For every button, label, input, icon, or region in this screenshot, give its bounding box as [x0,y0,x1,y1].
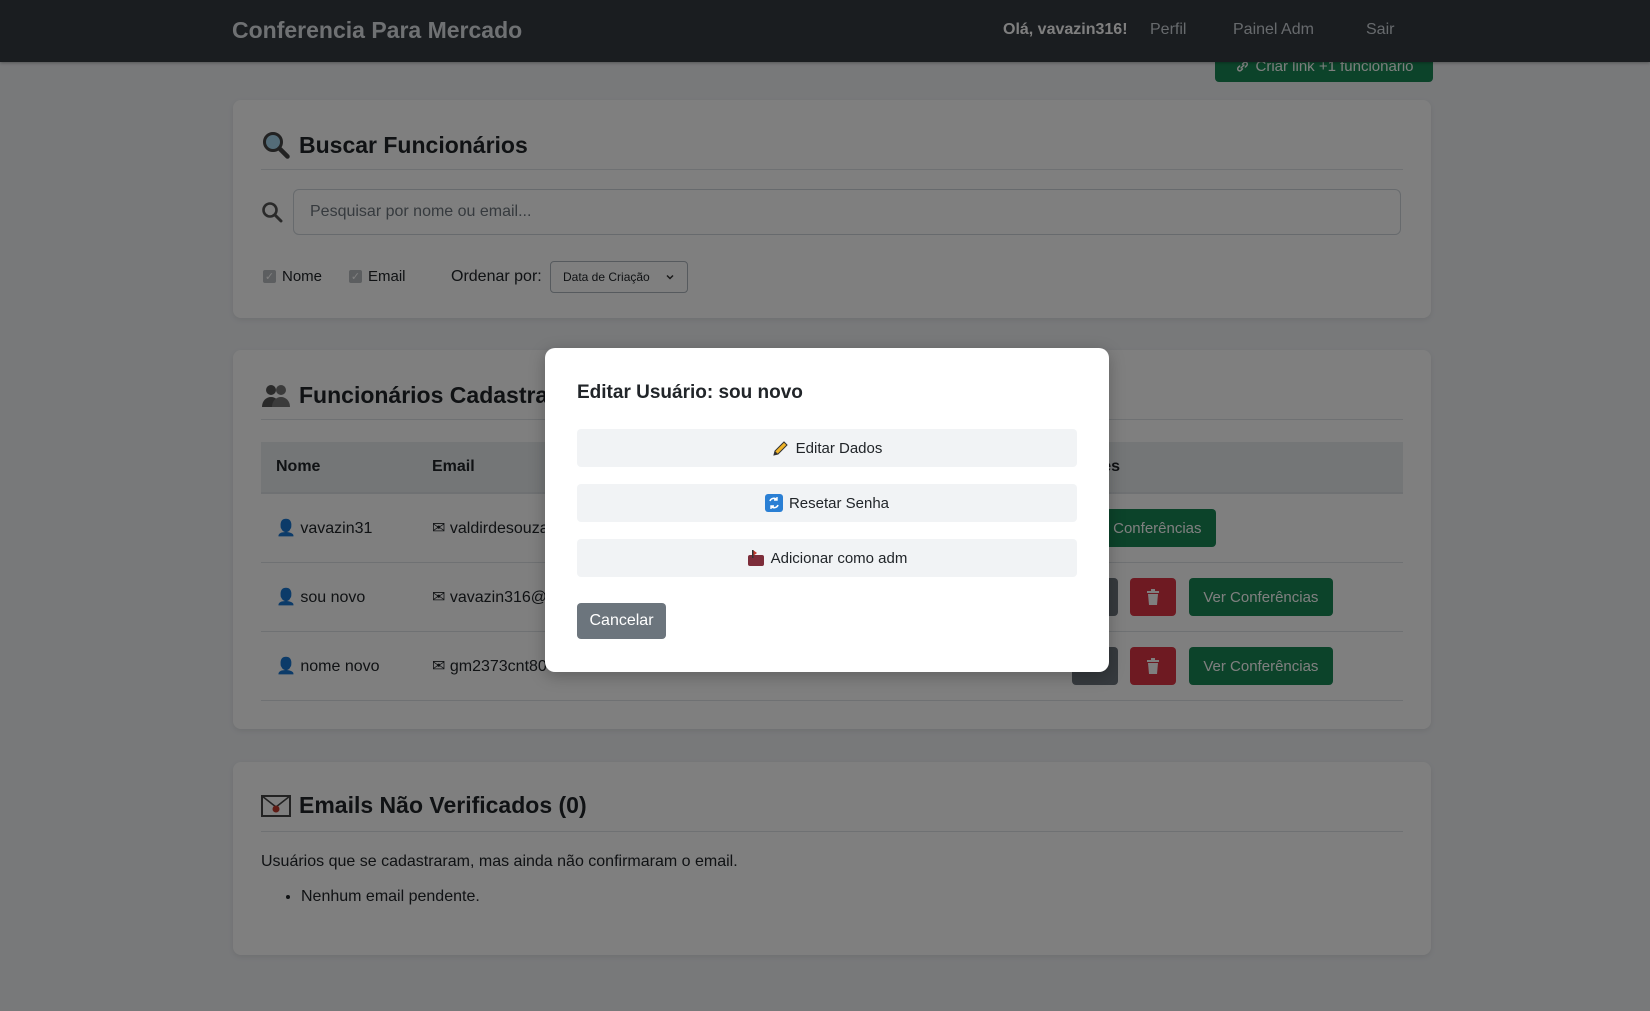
pencil-icon [772,441,788,456]
admin-icon [747,550,764,566]
cancel-button[interactable]: Cancelar [577,603,666,639]
edit-user-modal: Editar Usuário: sou novo Editar Dados Re… [545,348,1109,672]
reset-password-button[interactable]: Resetar Senha [577,484,1077,522]
add-admin-label: Adicionar como adm [770,549,908,567]
reset-password-label: Resetar Senha [788,494,890,512]
edit-data-label: Editar Dados [795,439,883,457]
edit-data-button[interactable]: Editar Dados [577,429,1077,467]
modal-title: Editar Usuário: sou novo [577,382,803,403]
add-admin-button[interactable]: Adicionar como adm [577,539,1077,577]
refresh-icon [764,494,783,512]
